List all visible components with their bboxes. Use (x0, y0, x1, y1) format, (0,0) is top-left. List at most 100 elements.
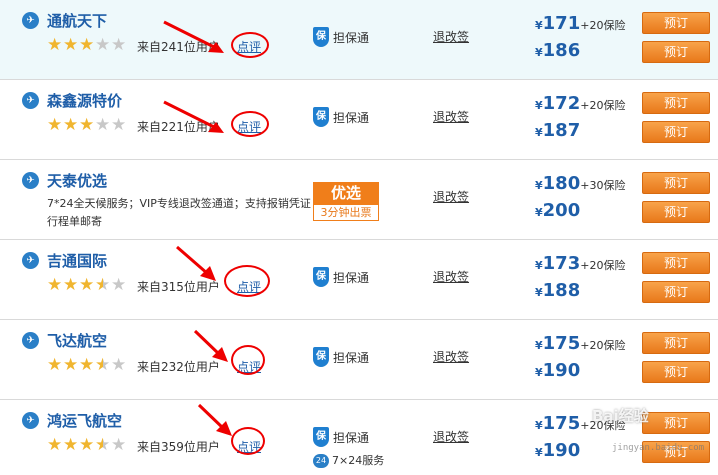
guarantee-label: 担保通 (333, 110, 370, 125)
insurance-extra: +20保险 (580, 99, 626, 112)
annotation-circle (231, 32, 269, 58)
star-icon: ★ (111, 435, 127, 455)
agency-name[interactable]: 鸿运飞航空 (47, 410, 122, 431)
price-value: 186 (542, 40, 581, 61)
agency-description: 7*24全天候服务；VIP专线退改签通道；支持报销凭证行程单邮寄 (47, 197, 311, 228)
service-label: 7×24服务 (332, 454, 385, 467)
star-icon: ★ (63, 435, 79, 455)
guarantee-tag: 保担保通 (313, 267, 369, 287)
star-icon: ★ (111, 35, 127, 55)
badge-subtitle: 3分钟出票 (313, 204, 379, 221)
insurance-extra: +20保险 (580, 19, 626, 32)
guarantee-tag: 保担保通 (313, 347, 369, 367)
guarantee-tag: 保担保通 (313, 107, 369, 127)
price-value: 171 (542, 13, 581, 34)
agency-row: ✈ 天泰优选 7*24全天候服务；VIP专线退改签通道；支持报销凭证行程单邮寄 … (0, 160, 718, 240)
price-value: 175 (542, 333, 581, 354)
star-icon: ★ (111, 355, 127, 375)
star-icon: ★ (79, 35, 95, 55)
agency-row: ✈ 通航天下 ★★★★★ 来自241位用户 点评 保担保通 退改签 ¥171+2… (0, 0, 718, 80)
refund-policy-link[interactable]: 退改签 (433, 108, 469, 125)
star-icon: ★ (79, 435, 95, 455)
book-button[interactable]: 预订 (642, 121, 710, 143)
star-icon: ★ (47, 355, 63, 375)
price-value: 187 (542, 120, 581, 141)
shield-icon: 保 (313, 107, 329, 127)
plane-globe-icon: ✈ (22, 252, 39, 269)
rating-stars: ★★★★★ (47, 115, 127, 135)
star-icon: ★ (63, 35, 79, 55)
refund-policy-link[interactable]: 退改签 (433, 188, 469, 205)
price-plain: ¥188 (535, 280, 581, 301)
rating-stars: ★★★★★ (47, 435, 127, 455)
agency-name[interactable]: 飞达航空 (47, 330, 107, 351)
shield-icon: 保 (313, 347, 329, 367)
guarantee-tag: 保担保通 (313, 427, 369, 447)
plane-globe-icon: ✈ (22, 92, 39, 109)
price-plain: ¥200 (535, 200, 581, 221)
annotation-circle (231, 345, 265, 375)
shield-icon: 保 (313, 27, 329, 47)
annotation-arrow-icon (193, 329, 228, 362)
star-icon: ★ (63, 275, 79, 295)
agency-name[interactable]: 通航天下 (47, 10, 107, 31)
star-icon: ★ (79, 355, 95, 375)
book-button[interactable]: 预订 (642, 361, 710, 383)
book-button[interactable]: 预订 (642, 252, 710, 274)
star-icon: ★ (47, 275, 63, 295)
book-button[interactable]: 预订 (642, 332, 710, 354)
rating-stars: ★★★★★ (47, 275, 127, 295)
rating-stars: ★★★★★ (47, 35, 127, 55)
plane-globe-icon: ✈ (22, 172, 39, 189)
rating-stars: ★★★★★ (47, 355, 127, 375)
refund-policy-link[interactable]: 退改签 (433, 428, 469, 445)
price-plain: ¥186 (535, 40, 581, 61)
insurance-extra: +20保险 (580, 339, 626, 352)
guarantee-tag: 保担保通 (313, 27, 369, 47)
insurance-extra: +20保险 (580, 259, 626, 272)
book-button[interactable]: 预订 (642, 412, 710, 434)
price-value: 173 (542, 253, 581, 274)
refund-policy-link[interactable]: 退改签 (433, 28, 469, 45)
price-plain: ¥187 (535, 120, 581, 141)
guarantee-label: 担保通 (333, 350, 370, 365)
annotation-arrow-icon (163, 20, 224, 53)
annotation-arrow-icon (176, 245, 216, 281)
annotation-arrow-icon (163, 100, 224, 133)
star-icon: ★ (63, 115, 79, 135)
star-icon: ★ (111, 115, 127, 135)
badge-title: 优选 (313, 182, 379, 204)
refund-policy-link[interactable]: 退改签 (433, 348, 469, 365)
agency-row: ✈ 飞达航空 ★★★★★ 来自232位用户 点评 保担保通 退改签 ¥175+2… (0, 320, 718, 400)
preferred-badge: 优选 3分钟出票 (313, 182, 379, 221)
clock-24-icon: 24 (313, 454, 329, 468)
price-value: 190 (542, 360, 581, 381)
book-button[interactable]: 预订 (642, 92, 710, 114)
plane-globe-icon: ✈ (22, 412, 39, 429)
star-icon: ★ (95, 435, 111, 455)
agency-list: ✈ 通航天下 ★★★★★ 来自241位用户 点评 保担保通 退改签 ¥171+2… (0, 0, 718, 475)
shield-icon: 保 (313, 427, 329, 447)
price-with-insurance: ¥173+20保险 (535, 253, 626, 274)
refund-policy-link[interactable]: 退改签 (433, 268, 469, 285)
guarantee-label: 担保通 (333, 430, 370, 445)
annotation-circle (224, 265, 270, 297)
watermark: Bai经验 (592, 407, 649, 425)
agency-name[interactable]: 吉通国际 (47, 250, 107, 271)
book-button[interactable]: 预订 (642, 281, 710, 303)
book-button[interactable]: 预订 (642, 12, 710, 34)
book-button[interactable]: 预订 (642, 172, 710, 194)
price-with-insurance: ¥171+20保险 (535, 13, 626, 34)
book-button[interactable]: 预订 (642, 201, 710, 223)
star-icon: ★ (79, 275, 95, 295)
star-icon: ★ (95, 115, 111, 135)
book-button[interactable]: 预订 (642, 41, 710, 63)
agency-row: ✈ 吉通国际 ★★★★★ 来自315位用户 点评 保担保通 退改签 ¥173+2… (0, 240, 718, 320)
agency-name[interactable]: 天泰优选 (47, 170, 107, 191)
plane-globe-icon: ✈ (22, 332, 39, 349)
price-value: 188 (542, 280, 581, 301)
agency-name[interactable]: 森鑫源特价 (47, 90, 122, 111)
star-icon: ★ (111, 275, 127, 295)
price-with-insurance: ¥172+20保险 (535, 93, 626, 114)
guarantee-label: 担保通 (333, 30, 370, 45)
